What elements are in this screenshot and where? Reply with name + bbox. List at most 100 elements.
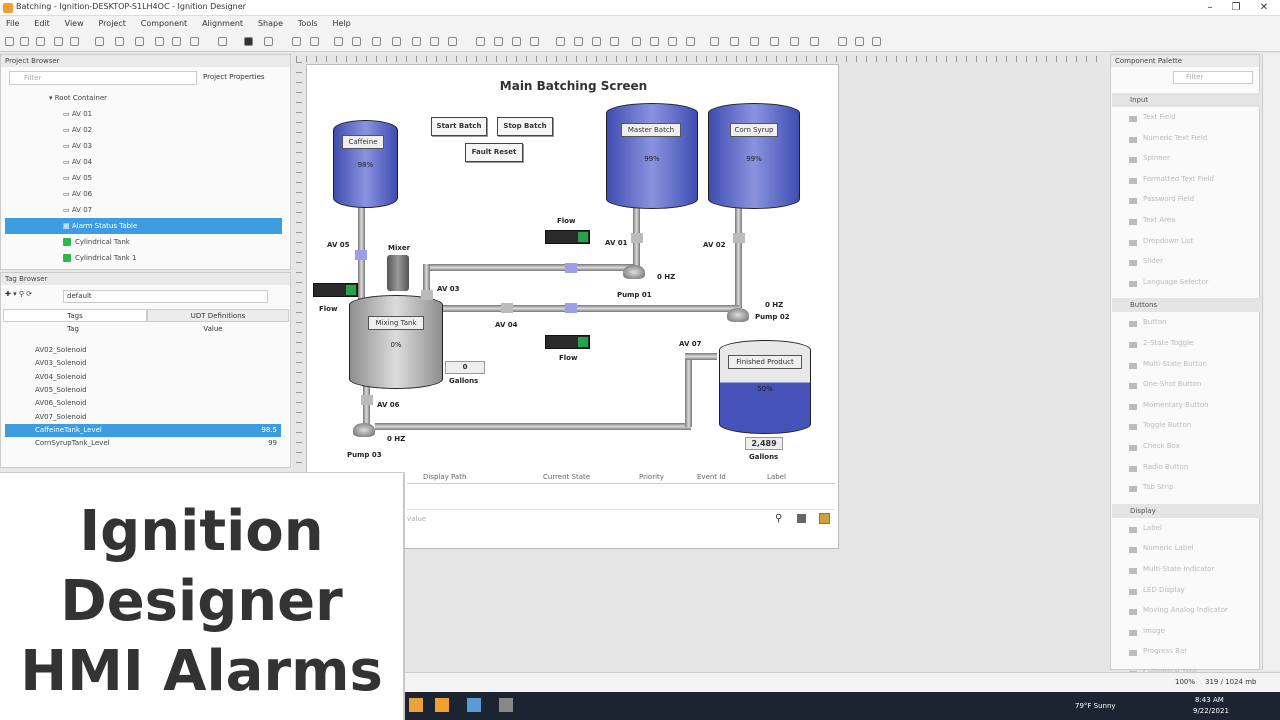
menu-help[interactable]: Help: [326, 16, 356, 32]
align-icon[interactable]: [668, 37, 677, 46]
valve-av04[interactable]: [501, 303, 513, 313]
alarm-col-event-id[interactable]: Event Id: [697, 473, 726, 481]
valve-av01[interactable]: [631, 233, 643, 243]
alarm-search-input[interactable]: value: [407, 515, 426, 523]
align-icon[interactable]: [686, 37, 695, 46]
tag-provider-select[interactable]: default: [63, 290, 268, 303]
menu-edit[interactable]: Edit: [28, 16, 56, 32]
add-tag-icon[interactable]: ✚ ▾ ⚲ ⟳: [5, 290, 32, 298]
save-all-icon[interactable]: [20, 37, 29, 46]
palette-item[interactable]: Language Selector: [1143, 278, 1209, 286]
alarm-col-priority[interactable]: Priority: [639, 473, 664, 481]
menu-project[interactable]: Project: [93, 16, 132, 32]
shelve-icon[interactable]: [819, 513, 830, 524]
tree-item-cylindrical-tank-1[interactable]: Cylindrical Tank 1: [63, 250, 137, 266]
stop-icon[interactable]: [244, 37, 253, 46]
tree-item-av02[interactable]: ▭ AV 02: [63, 122, 92, 138]
zoom-out-icon[interactable]: [430, 37, 439, 46]
tool-taskbar-icon[interactable]: [499, 698, 513, 712]
palette-filter-input[interactable]: Filter: [1173, 71, 1253, 84]
undo-icon[interactable]: [54, 37, 63, 46]
pump-03[interactable]: [353, 423, 375, 437]
size-icon[interactable]: [855, 37, 864, 46]
distribute-icon[interactable]: [710, 37, 719, 46]
palette-item[interactable]: Button: [1143, 318, 1166, 326]
save-icon[interactable]: [5, 37, 14, 46]
select-icon[interactable]: [218, 37, 227, 46]
palette-item[interactable]: Image: [1143, 627, 1165, 635]
path-icon[interactable]: [512, 37, 521, 46]
shape-icon[interactable]: [352, 37, 361, 46]
search-icon[interactable]: ⚲: [775, 513, 782, 524]
project-properties-tab[interactable]: Project Properties: [203, 73, 265, 81]
palette-section-buttons[interactable]: Buttons: [1112, 298, 1260, 313]
valve-flow-bottom[interactable]: [565, 303, 577, 313]
tree-item-av05[interactable]: ▭ AV 05: [63, 170, 92, 186]
copy-icon[interactable]: [292, 37, 301, 46]
tree-item-av01[interactable]: ▭ AV 01: [63, 106, 92, 122]
palette-item[interactable]: LED Display: [1143, 586, 1185, 594]
distribute-icon[interactable]: [750, 37, 759, 46]
palette-item[interactable]: Numeric Label: [1143, 544, 1194, 552]
fault-reset-button[interactable]: Fault Reset: [465, 143, 523, 162]
weather[interactable]: 79°F Sunny: [1075, 702, 1116, 710]
palette-item[interactable]: Dropdown List: [1143, 237, 1193, 245]
alarm-col-display-path[interactable]: Display Path: [423, 473, 466, 481]
menu-alignment[interactable]: Alignment: [196, 16, 249, 32]
tag-row[interactable]: AV05_Solenoid: [5, 384, 281, 397]
tree-item-alarm-status-table[interactable]: ▦ Alarm Status Table: [5, 218, 282, 234]
clock-time[interactable]: 8:43 AM: [1195, 696, 1224, 704]
tag-row[interactable]: AV03_Solenoid: [5, 357, 281, 370]
valve-av02[interactable]: [733, 233, 745, 243]
explorer-taskbar-icon[interactable]: [467, 698, 481, 712]
palette-item[interactable]: Slider: [1143, 257, 1163, 265]
palette-item[interactable]: Formatted Text Field: [1143, 175, 1214, 183]
flip-icon[interactable]: [592, 37, 601, 46]
pump-02[interactable]: [727, 308, 749, 322]
tab-udt-definitions[interactable]: UDT Definitions: [147, 309, 289, 322]
palette-item[interactable]: Tab Strip: [1143, 483, 1174, 491]
palette-item[interactable]: Text Field: [1143, 113, 1176, 121]
palette-item[interactable]: Multi-State Button: [1143, 360, 1207, 368]
tag-row[interactable]: AV04_Solenoid: [5, 371, 281, 384]
binding-icon[interactable]: [310, 37, 319, 46]
palette-item[interactable]: Radio Button: [1143, 463, 1188, 471]
ignition-taskbar-icon[interactable]: [435, 698, 449, 712]
close-icon[interactable]: ✕: [1250, 0, 1278, 16]
valve-flow-top[interactable]: [565, 263, 577, 273]
menu-shape[interactable]: Shape: [252, 16, 289, 32]
flip-icon[interactable]: [610, 37, 619, 46]
palette-item[interactable]: Moving Analog Indicator: [1143, 606, 1228, 614]
path-icon[interactable]: [530, 37, 539, 46]
palette-section-input[interactable]: Input: [1112, 93, 1260, 107]
tag-row[interactable]: CaffeineTank_Level 98.5: [5, 423, 281, 437]
palette-item[interactable]: Password Field: [1143, 195, 1194, 203]
pencil-icon[interactable]: [264, 37, 273, 46]
clock-date[interactable]: 9/22/2021: [1193, 707, 1229, 715]
palette-item[interactable]: Label: [1143, 524, 1162, 532]
columns-icon[interactable]: [797, 514, 806, 523]
maximize-icon[interactable]: ❐: [1222, 0, 1250, 16]
zoom-in-icon[interactable]: [412, 37, 421, 46]
palette-section-display[interactable]: Display: [1112, 503, 1260, 518]
taskbar-app-icon[interactable]: [409, 698, 423, 712]
palette-item[interactable]: One-Shot Button: [1143, 380, 1201, 388]
distribute-icon[interactable]: [790, 37, 799, 46]
path-icon[interactable]: [494, 37, 503, 46]
path-icon[interactable]: [476, 37, 485, 46]
publish-icon[interactable]: [36, 37, 45, 46]
tree-root-container[interactable]: ▾ Root Container: [49, 90, 107, 106]
alarm-col-label[interactable]: Label: [767, 473, 786, 481]
menu-view[interactable]: View: [59, 16, 90, 32]
group-icon[interactable]: [155, 37, 164, 46]
project-filter-input[interactable]: Filter: [9, 71, 197, 85]
palette-item[interactable]: Spinner: [1143, 154, 1170, 162]
shape-icon[interactable]: [334, 37, 343, 46]
stop-batch-button[interactable]: Stop Batch: [497, 117, 553, 136]
align-icon[interactable]: [632, 37, 641, 46]
tag-row[interactable]: AV07_Solenoid: [5, 411, 281, 424]
size-icon[interactable]: [872, 37, 881, 46]
palette-item[interactable]: Check Box: [1143, 442, 1180, 450]
distribute-icon[interactable]: [770, 37, 779, 46]
distribute-icon[interactable]: [810, 37, 819, 46]
